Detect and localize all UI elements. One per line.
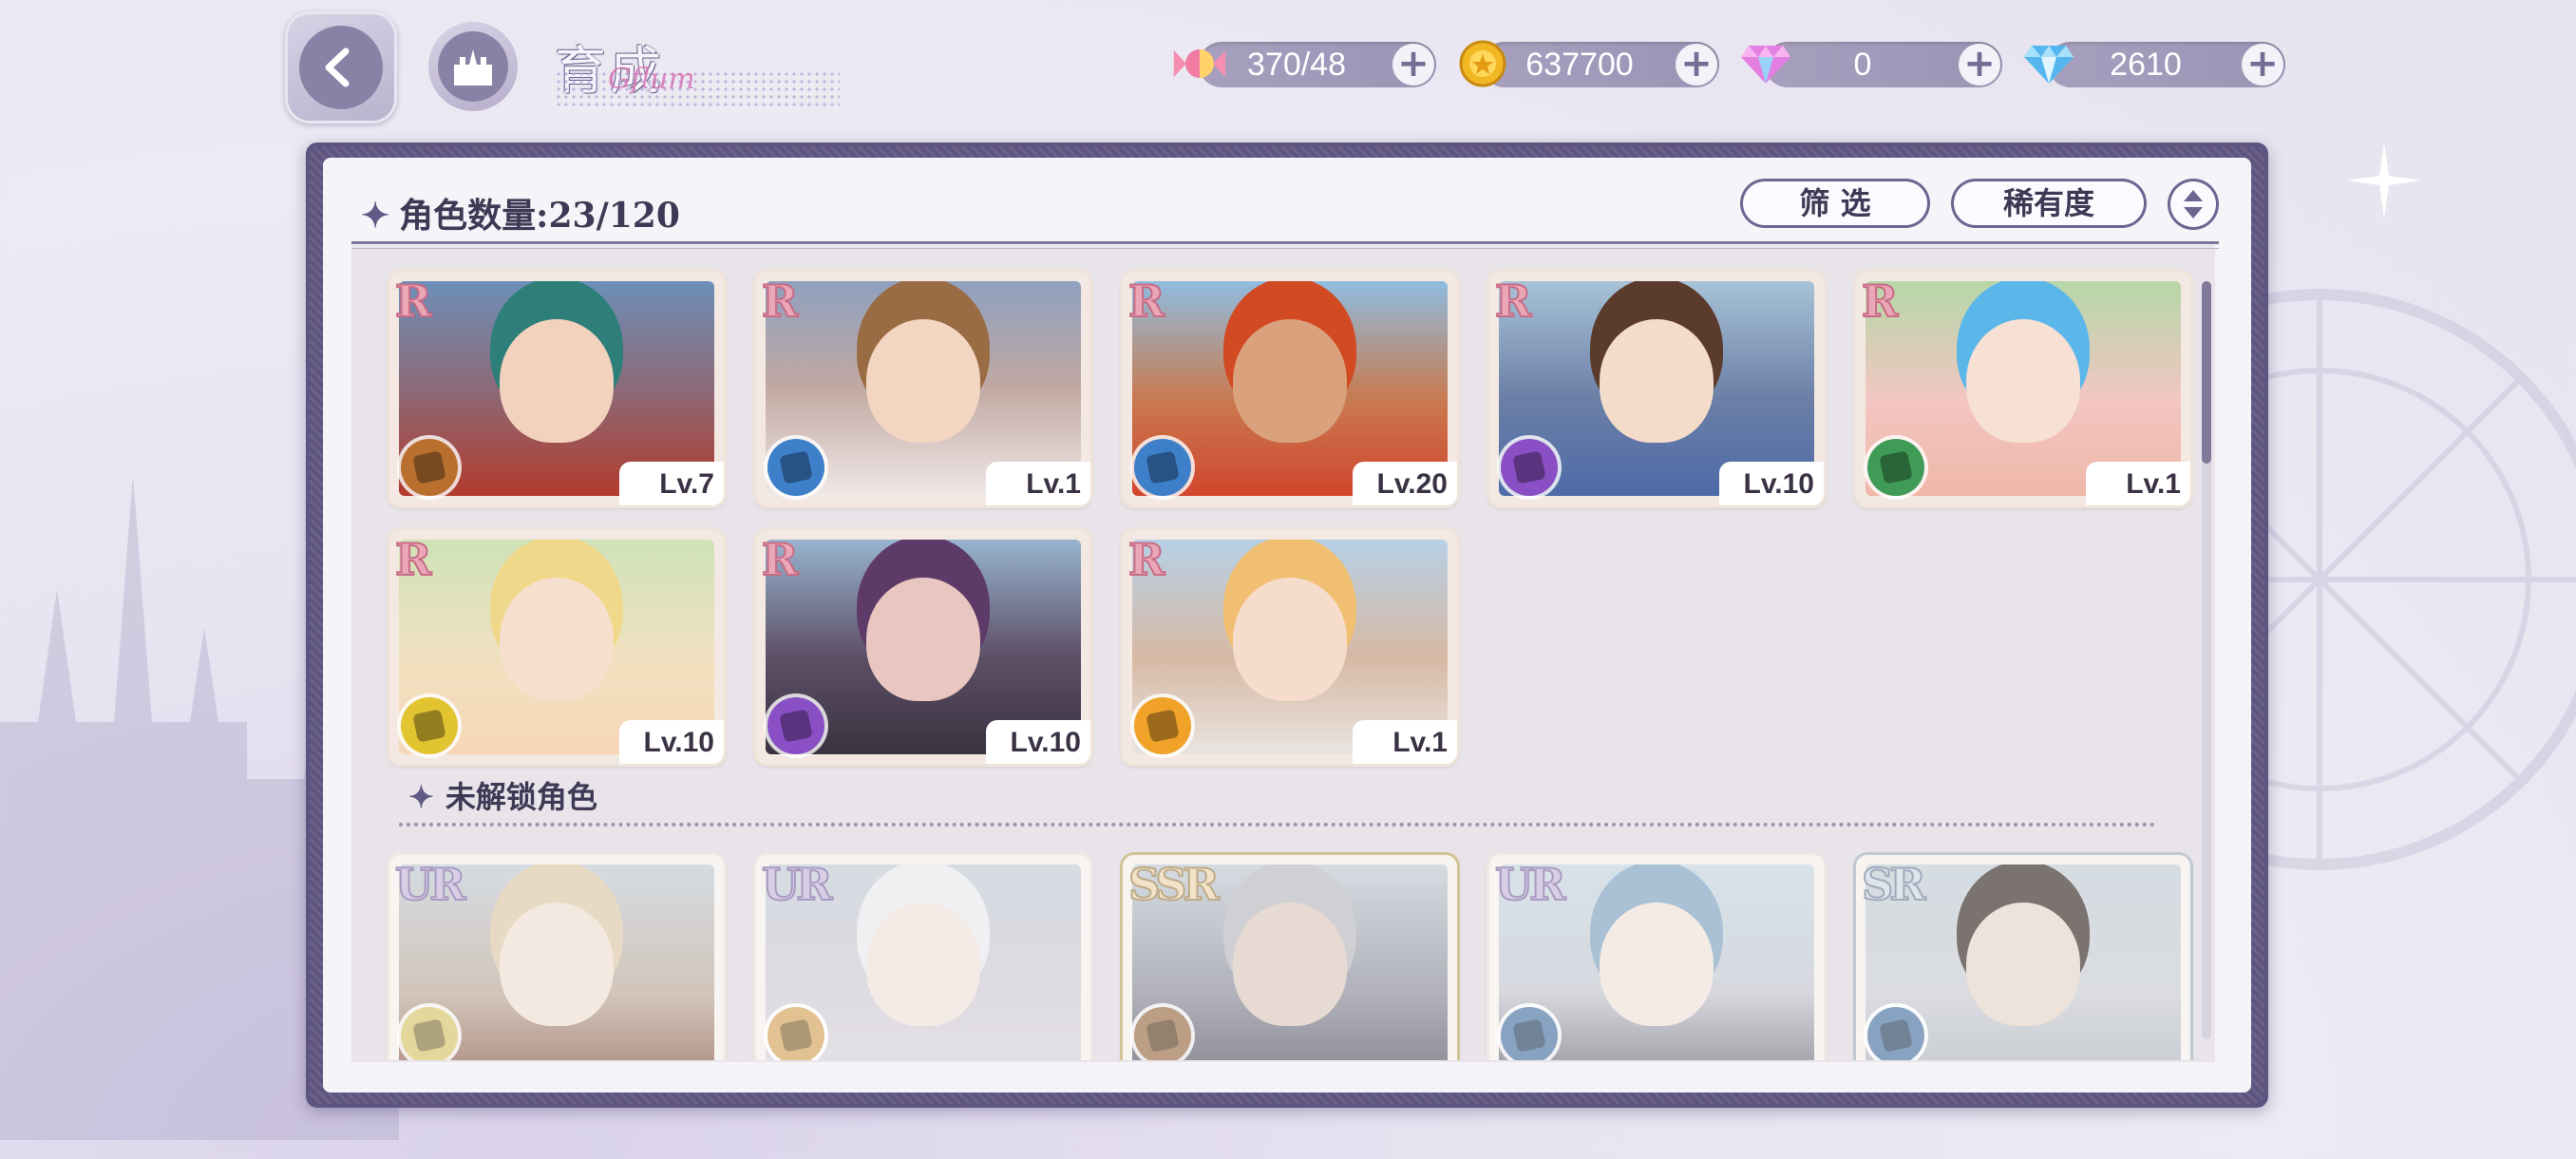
- character-count: ✦ 角色数量:23/120: [361, 188, 680, 238]
- filter-button[interactable]: 筛 选: [1740, 179, 1930, 228]
- level-label: Lv.10: [986, 720, 1090, 764]
- locked-character-card[interactable]: SSR: [1123, 855, 1457, 1060]
- rarity-badge: SSR: [1127, 858, 1221, 911]
- role-icon: [1501, 1007, 1558, 1060]
- character-list: R Lv.7 R Lv.1 R Lv.20 R Lv.10 R Lv.1 R L…: [351, 264, 2194, 1060]
- title-script-text: Gflum: [608, 63, 695, 96]
- level-label: Lv.10: [1719, 462, 1824, 505]
- header-divider-thin: [351, 248, 2219, 249]
- role-icon: [1501, 439, 1558, 496]
- rarity-badge: UR: [761, 858, 833, 911]
- level-label: Lv.1: [2086, 462, 2190, 505]
- character-portrait: [766, 864, 1081, 1060]
- home-button[interactable]: [426, 19, 521, 114]
- character-card[interactable]: R Lv.10: [1489, 272, 1824, 505]
- role-icon: [401, 697, 458, 754]
- back-button[interactable]: [285, 11, 397, 124]
- character-count-value: 23/120: [548, 196, 680, 236]
- back-arrow-icon: [299, 26, 383, 109]
- rarity-badge: UR: [1494, 858, 1566, 911]
- diamond-resource: 2610 +: [2024, 42, 2285, 87]
- rarity-badge: R: [761, 533, 799, 586]
- pink-gem-resource: 0 +: [1741, 42, 2002, 87]
- castle-home-icon: [438, 31, 508, 102]
- sparkle-icon: [2346, 142, 2422, 218]
- gold-resource: 637700 +: [1459, 40, 1719, 87]
- role-icon: [401, 439, 458, 496]
- role-icon: [1134, 439, 1191, 496]
- locked-character-card[interactable]: UR: [1489, 855, 1824, 1060]
- locked-character-card[interactable]: UR: [389, 855, 724, 1060]
- rarity-badge: R: [1494, 275, 1532, 328]
- role-icon: [767, 697, 824, 754]
- scrollbar-thumb[interactable]: [2202, 281, 2211, 464]
- character-card[interactable]: R Lv.1: [756, 272, 1090, 505]
- character-card[interactable]: R Lv.1: [1123, 530, 1457, 764]
- level-label: Lv.7: [619, 462, 724, 505]
- character-card[interactable]: R Lv.10: [756, 530, 1090, 764]
- add-candy-button[interactable]: +: [1392, 44, 1434, 86]
- role-icon: [767, 439, 824, 496]
- title-decoration: [555, 70, 840, 106]
- rarity-badge: UR: [394, 858, 466, 911]
- rarity-badge: R: [1127, 275, 1165, 328]
- locked-character-card[interactable]: SR: [1856, 855, 2190, 1060]
- role-icon: [1134, 697, 1191, 754]
- star-icon: ✦: [361, 196, 390, 236]
- character-portrait: [1132, 864, 1448, 1060]
- level-label: Lv.20: [1353, 462, 1457, 505]
- role-icon: [401, 1007, 458, 1060]
- locked-section-title: ✦ 未解锁角色: [408, 773, 597, 817]
- add-gold-button[interactable]: +: [1676, 44, 1717, 86]
- sort-order-toggle[interactable]: [2168, 179, 2219, 230]
- level-label: Lv.10: [619, 720, 724, 764]
- add-pink-gem-button[interactable]: +: [1959, 44, 2000, 86]
- rarity-badge: SR: [1861, 858, 1926, 911]
- rarity-badge: R: [394, 533, 432, 586]
- character-count-label: 角色数量:: [399, 196, 549, 236]
- character-card[interactable]: R Lv.7: [389, 272, 724, 505]
- character-card[interactable]: R Lv.20: [1123, 272, 1457, 505]
- rarity-sort-button[interactable]: 稀有度: [1951, 179, 2147, 228]
- header-divider: [351, 241, 2219, 244]
- role-icon: [1867, 1007, 1924, 1060]
- gold-value: 637700: [1525, 47, 1634, 83]
- character-card[interactable]: R Lv.1: [1856, 272, 2190, 505]
- character-portrait: [399, 864, 714, 1060]
- candy-value: 370/48: [1247, 47, 1346, 83]
- role-icon: [1867, 439, 1924, 496]
- pink-gem-value: 0: [1853, 47, 1872, 83]
- character-card[interactable]: R Lv.10: [389, 530, 724, 764]
- add-diamond-button[interactable]: +: [2242, 44, 2283, 86]
- character-portrait: [1866, 864, 2181, 1060]
- role-icon: [1134, 1007, 1191, 1060]
- level-label: Lv.1: [1353, 720, 1457, 764]
- candy-resource: 370/48 +: [1173, 42, 1436, 87]
- section-divider: [399, 823, 2156, 826]
- rarity-badge: R: [1127, 533, 1165, 586]
- locked-character-card[interactable]: UR: [756, 855, 1090, 1060]
- role-icon: [767, 1007, 824, 1060]
- star-icon: ✦: [408, 779, 434, 815]
- rarity-badge: R: [1861, 275, 1899, 328]
- character-portrait: [1499, 864, 1814, 1060]
- rarity-badge: R: [394, 275, 432, 328]
- diamond-value: 2610: [2110, 47, 2182, 83]
- rarity-badge: R: [761, 275, 799, 328]
- level-label: Lv.1: [986, 462, 1090, 505]
- locked-section-label: 未解锁角色: [445, 779, 597, 815]
